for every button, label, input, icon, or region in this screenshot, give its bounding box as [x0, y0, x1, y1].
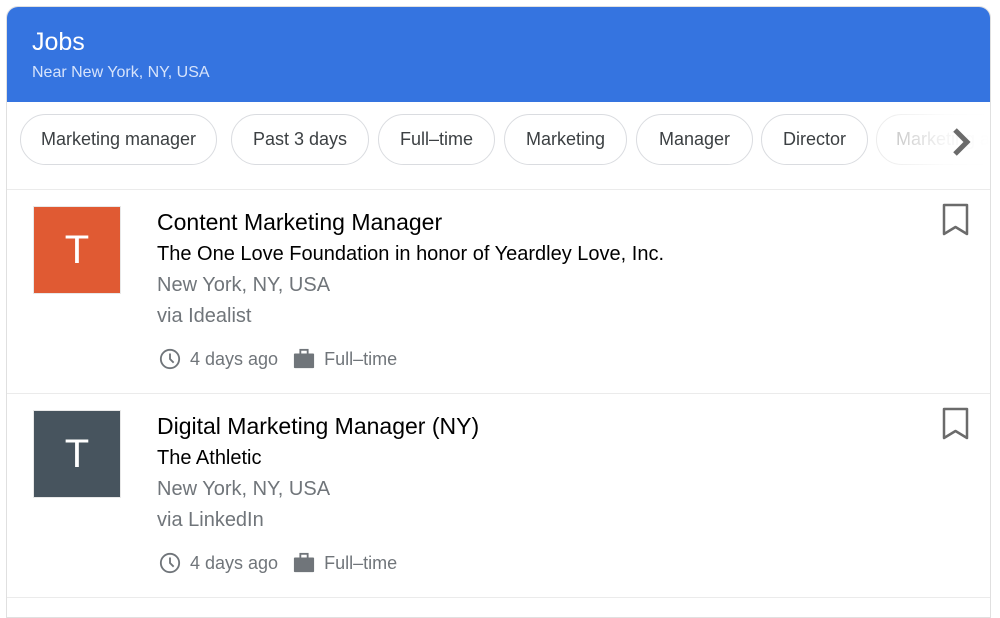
job-title[interactable]: Content Marketing Manager: [157, 208, 442, 236]
jobs-card: Jobs Near New York, NY, USA Marketing ma…: [6, 6, 991, 618]
save-job-button[interactable]: [942, 407, 969, 441]
job-meta: 4 days ago Full–time: [159, 348, 412, 370]
job-listing[interactable]: T Digital Marketing Manager (NY) The Ath…: [7, 394, 990, 598]
briefcase-icon: [293, 552, 315, 573]
company-logo: T: [33, 410, 121, 498]
header-subtitle: Near New York, NY, USA: [32, 64, 210, 81]
posted-time: 4 days ago: [190, 552, 279, 573]
briefcase-icon: [293, 348, 315, 369]
filter-chips-row: Marketing manager Past 3 days Full–time …: [7, 102, 990, 190]
bookmark-icon: [942, 407, 969, 440]
chip-manager[interactable]: Manager: [636, 114, 753, 165]
job-listing[interactable]: T Content Marketing Manager The One Love…: [7, 190, 990, 394]
employment-type: Full–time: [324, 348, 398, 369]
bookmark-icon: [942, 203, 969, 236]
chips-next-button[interactable]: [947, 126, 975, 158]
chip-marketing-manager[interactable]: Marketing manager: [20, 114, 217, 165]
company-name: The Athletic: [157, 447, 262, 469]
job-title[interactable]: Digital Marketing Manager (NY): [157, 412, 479, 440]
company-logo: T: [33, 206, 121, 294]
chip-director[interactable]: Director: [761, 114, 868, 165]
job-source: via Idealist: [157, 305, 252, 327]
clock-icon: [159, 348, 181, 370]
job-location: New York, NY, USA: [157, 478, 331, 500]
save-job-button[interactable]: [942, 203, 969, 237]
clock-icon: [159, 552, 181, 574]
chip-past-3-days[interactable]: Past 3 days: [231, 114, 369, 165]
jobs-header: Jobs Near New York, NY, USA: [7, 7, 990, 102]
header-title: Jobs: [32, 28, 85, 56]
job-source: via LinkedIn: [157, 509, 264, 531]
job-location: New York, NY, USA: [157, 274, 331, 296]
chevron-right-icon: [953, 128, 971, 156]
company-name: The One Love Foundation in honor of Year…: [157, 243, 665, 265]
chip-full-time[interactable]: Full–time: [378, 114, 495, 165]
employment-type: Full–time: [324, 552, 398, 573]
posted-time: 4 days ago: [190, 348, 279, 369]
chip-marketing[interactable]: Marketing: [504, 114, 627, 165]
job-meta: 4 days ago Full–time: [159, 552, 412, 574]
